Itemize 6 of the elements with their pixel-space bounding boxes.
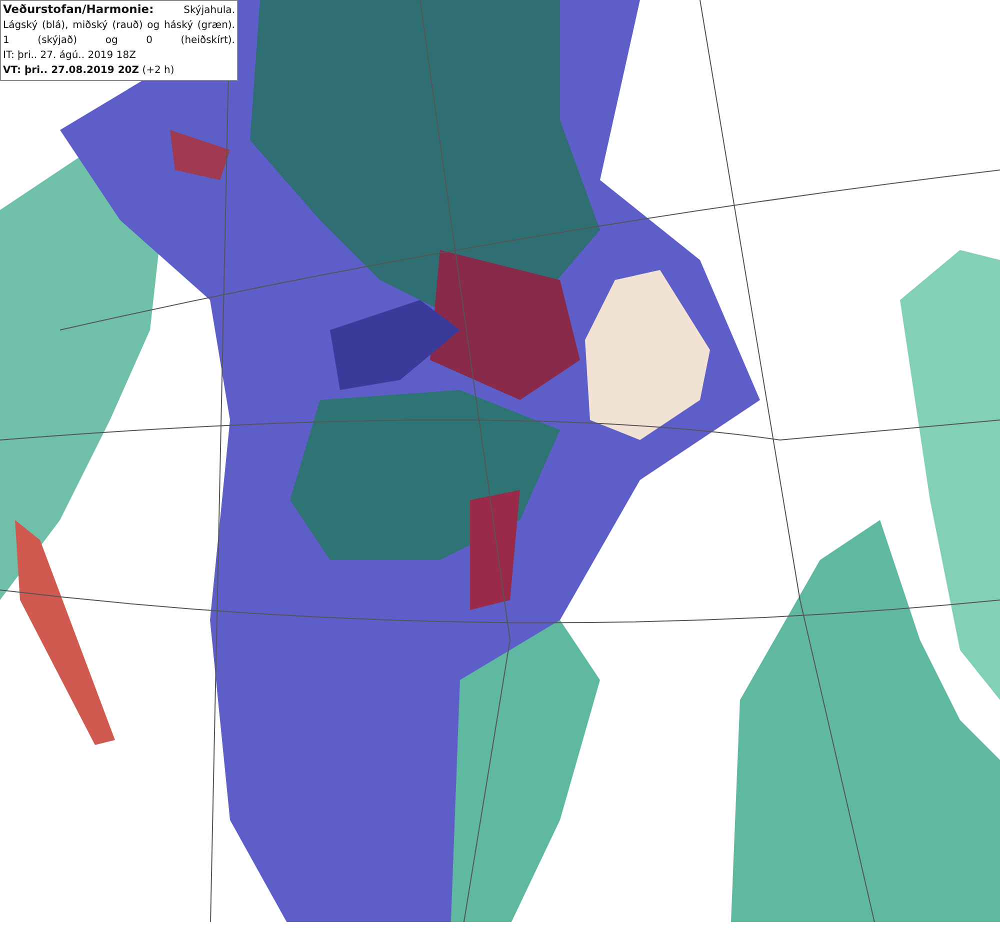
issue-time: IT: þri.. 27. ágú.. 2019 18Z [3,49,137,63]
legend-title: Veðurstofan/Harmonie: [3,2,154,17]
legend-description: Lágský (blá), miðský (rauð) og háský (græn). [3,19,235,33]
valid-time: VT: þri.. 27.08.2019 20Z (+2 h) [3,64,176,78]
legend-description: 1 (skýjað) og 0 (heiðskírt). [3,34,235,48]
legend-subtitle: Skýjahula. [184,4,235,18]
